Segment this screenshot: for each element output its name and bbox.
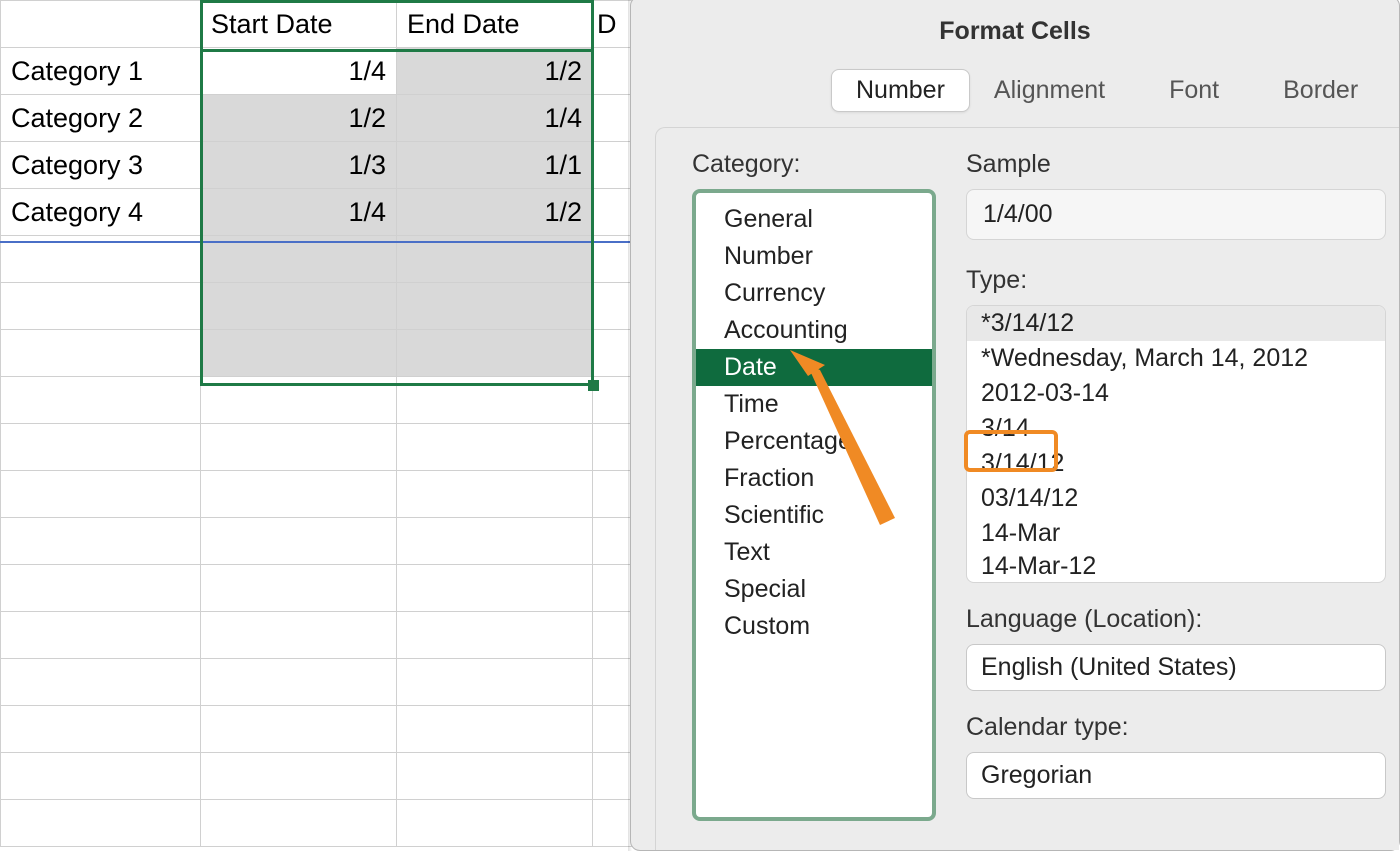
- cell-b1[interactable]: Start Date: [201, 1, 397, 48]
- cell-c7[interactable]: [397, 283, 593, 330]
- cell-c14[interactable]: [397, 612, 593, 659]
- cell-a14[interactable]: [1, 612, 201, 659]
- calendar-label: Calendar type:: [966, 713, 1399, 742]
- number-panel: Category: General Number Currency Accoun…: [655, 127, 1399, 850]
- cell-a7[interactable]: [1, 283, 201, 330]
- dialog-tabbar: Number Alignment Font Border Fill: [631, 64, 1399, 116]
- cell-b17[interactable]: [201, 753, 397, 800]
- tab-number[interactable]: Number: [831, 69, 970, 112]
- cell-b16[interactable]: [201, 706, 397, 753]
- cell-a15[interactable]: [1, 659, 201, 706]
- cell-b14[interactable]: [201, 612, 397, 659]
- cell-a8[interactable]: [1, 330, 201, 377]
- cell-c1[interactable]: End Date: [397, 1, 593, 48]
- cell-a5[interactable]: Category 4: [1, 189, 201, 236]
- cell-b18[interactable]: [201, 800, 397, 847]
- calendar-select[interactable]: Gregorian: [966, 752, 1386, 799]
- type-item-3[interactable]: 3/14: [967, 411, 1385, 446]
- tab-border[interactable]: Border: [1259, 70, 1382, 111]
- sample-label: Sample: [966, 150, 1399, 179]
- cell-c10[interactable]: [397, 424, 593, 471]
- category-item-time[interactable]: Time: [696, 386, 932, 423]
- cell-c3[interactable]: 1/4: [397, 95, 593, 142]
- cell-a12[interactable]: [1, 518, 201, 565]
- cell-a10[interactable]: [1, 424, 201, 471]
- type-item-1[interactable]: *Wednesday, March 14, 2012: [967, 341, 1385, 376]
- cell-c15[interactable]: [397, 659, 593, 706]
- cell-a2[interactable]: Category 1: [1, 48, 201, 95]
- cell-c4[interactable]: 1/1: [397, 142, 593, 189]
- category-item-special[interactable]: Special: [696, 571, 932, 608]
- cell-c12[interactable]: [397, 518, 593, 565]
- cell-a4[interactable]: Category 3: [1, 142, 201, 189]
- cell-b10[interactable]: [201, 424, 397, 471]
- category-item-general[interactable]: General: [696, 201, 932, 238]
- cell-c16[interactable]: [397, 706, 593, 753]
- type-item-5[interactable]: 03/14/12: [967, 481, 1385, 516]
- selection-handle[interactable]: [588, 380, 599, 391]
- cell-b5[interactable]: 1/4: [201, 189, 397, 236]
- cell-a9[interactable]: [1, 377, 201, 424]
- dialog-title: Format Cells: [631, 0, 1399, 64]
- cell-b11[interactable]: [201, 471, 397, 518]
- category-item-date[interactable]: Date: [696, 349, 932, 386]
- type-item-4[interactable]: 3/14/12: [967, 446, 1385, 481]
- type-list[interactable]: *3/14/12 *Wednesday, March 14, 2012 2012…: [966, 305, 1386, 583]
- tab-alignment[interactable]: Alignment: [970, 70, 1129, 111]
- cell-a18[interactable]: [1, 800, 201, 847]
- category-item-percentage[interactable]: Percentage: [696, 423, 932, 460]
- cell-b2[interactable]: 1/4: [201, 48, 397, 95]
- cell-a1[interactable]: [1, 1, 201, 48]
- cell-a11[interactable]: [1, 471, 201, 518]
- cell-c5[interactable]: 1/2: [397, 189, 593, 236]
- spreadsheet-grid[interactable]: Start Date End Date D Category 1 1/4 1/2…: [0, 0, 640, 851]
- language-select[interactable]: English (United States): [966, 644, 1386, 691]
- cell-c18[interactable]: [397, 800, 593, 847]
- category-item-fraction[interactable]: Fraction: [696, 460, 932, 497]
- cell-b12[interactable]: [201, 518, 397, 565]
- cell-a17[interactable]: [1, 753, 201, 800]
- type-label: Type:: [966, 266, 1399, 295]
- category-item-custom[interactable]: Custom: [696, 608, 932, 645]
- cell-b4[interactable]: 1/3: [201, 142, 397, 189]
- cell-c11[interactable]: [397, 471, 593, 518]
- cell-c2[interactable]: 1/2: [397, 48, 593, 95]
- language-label: Language (Location):: [966, 605, 1399, 634]
- category-item-text[interactable]: Text: [696, 534, 932, 571]
- cell-c17[interactable]: [397, 753, 593, 800]
- cell-c13[interactable]: [397, 565, 593, 612]
- category-item-currency[interactable]: Currency: [696, 275, 932, 312]
- cell-c9[interactable]: [397, 377, 593, 424]
- type-item-7[interactable]: 14-Mar-12: [967, 551, 1385, 579]
- category-item-scientific[interactable]: Scientific: [696, 497, 932, 534]
- cell-b3[interactable]: 1/2: [201, 95, 397, 142]
- cell-a3[interactable]: Category 2: [1, 95, 201, 142]
- type-item-2[interactable]: 2012-03-14: [967, 376, 1385, 411]
- cell-b8[interactable]: [201, 330, 397, 377]
- category-item-number[interactable]: Number: [696, 238, 932, 275]
- format-cells-dialog: Format Cells Number Alignment Font Borde…: [630, 0, 1400, 851]
- cell-b9[interactable]: [201, 377, 397, 424]
- cell-b7[interactable]: [201, 283, 397, 330]
- cell-b13[interactable]: [201, 565, 397, 612]
- sample-value: 1/4/00: [966, 189, 1386, 240]
- cell-a16[interactable]: [1, 706, 201, 753]
- cell-b15[interactable]: [201, 659, 397, 706]
- row-separator: [0, 241, 640, 243]
- type-item-0[interactable]: *3/14/12: [967, 306, 1385, 341]
- cell-a13[interactable]: [1, 565, 201, 612]
- category-item-accounting[interactable]: Accounting: [696, 312, 932, 349]
- tab-font[interactable]: Font: [1145, 70, 1243, 111]
- category-list[interactable]: General Number Currency Accounting Date …: [692, 189, 936, 821]
- type-item-6[interactable]: 14-Mar: [967, 516, 1385, 551]
- cell-c8[interactable]: [397, 330, 593, 377]
